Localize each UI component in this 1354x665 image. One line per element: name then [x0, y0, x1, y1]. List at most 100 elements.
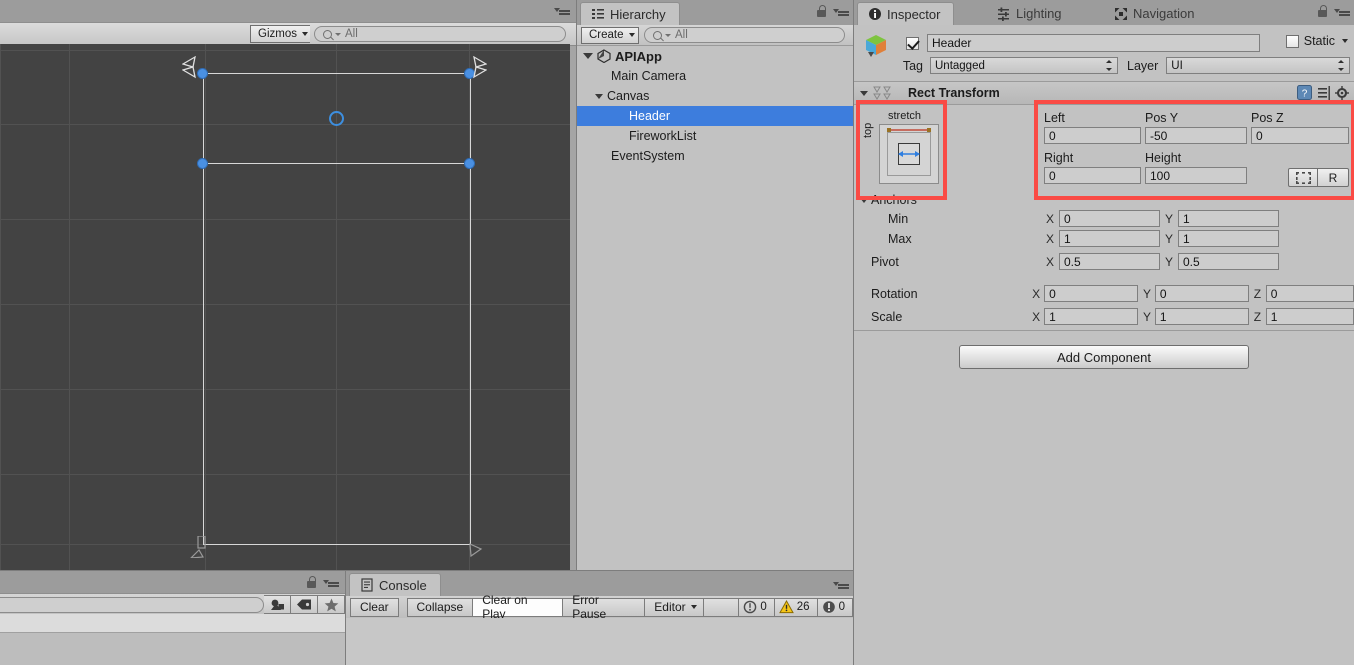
collapse-button[interactable]: Collapse: [406, 597, 474, 617]
help-icon[interactable]: ?: [1297, 85, 1312, 100]
scale-x-input[interactable]: 1: [1044, 308, 1138, 325]
project-toolbar: [0, 593, 345, 616]
lock-icon[interactable]: [816, 5, 827, 18]
hierarchy-toolbar: Create All: [577, 25, 853, 46]
hierarchy-item-main-camera[interactable]: Main Camera: [577, 66, 853, 86]
tab-console[interactable]: Console: [349, 573, 441, 596]
hierarchy-options-icon[interactable]: [833, 6, 849, 17]
anchor-max-y-input[interactable]: 1: [1178, 230, 1279, 247]
project-options-icon[interactable]: [323, 577, 339, 588]
console-message-list[interactable]: [346, 618, 853, 665]
tab-lighting-label: Lighting: [1016, 6, 1062, 21]
tab-navigation[interactable]: Navigation: [1104, 2, 1207, 25]
clear-on-play-button[interactable]: Clear on Play: [473, 593, 564, 621]
blueprint-mode-button[interactable]: [1288, 168, 1318, 187]
tab-hierarchy[interactable]: Hierarchy: [580, 2, 680, 25]
axis-x-label: X: [1032, 309, 1041, 324]
error-pause-button[interactable]: Error Pause: [563, 593, 646, 621]
field-pos-y-input[interactable]: -50: [1145, 127, 1247, 144]
axis-z-label: Z: [1253, 309, 1262, 324]
field-left-input[interactable]: 0: [1044, 127, 1141, 144]
static-dropdown-chevron-icon[interactable]: [1342, 39, 1348, 43]
layer-dropdown[interactable]: UI: [1166, 57, 1350, 74]
scale-z-input[interactable]: 1: [1265, 308, 1354, 325]
hierarchy-item-header[interactable]: Header: [577, 106, 853, 126]
scene-viewport[interactable]: [0, 44, 570, 570]
anchors-foldout-icon[interactable]: [860, 197, 868, 203]
anchor-max-row: Max X 1 Y 1: [854, 230, 1354, 247]
hierarchy-item-eventsystem[interactable]: EventSystem: [577, 146, 853, 166]
disclosure-triangle-icon[interactable]: [595, 93, 603, 99]
error-count[interactable]: 0: [817, 597, 853, 617]
anchor-max-x-input[interactable]: 1: [1059, 230, 1160, 247]
anchor-preset-widget[interactable]: stretch top: [862, 110, 944, 186]
object-filter-button[interactable]: [264, 595, 291, 614]
anchors-foldout[interactable]: Anchors: [854, 193, 1354, 207]
tab-lighting[interactable]: Lighting: [987, 2, 1075, 25]
clear-button[interactable]: Clear: [349, 597, 399, 617]
scene-view-options-icon[interactable]: [554, 5, 570, 16]
tag-dropdown[interactable]: Untagged: [930, 57, 1118, 74]
project-content-area[interactable]: [0, 633, 345, 665]
scene-search-input[interactable]: All: [314, 26, 566, 42]
pivot-y-input[interactable]: 0.5: [1178, 253, 1279, 270]
anchor-min-x-input[interactable]: 0: [1059, 210, 1160, 227]
hierarchy-item-canvas[interactable]: Canvas: [577, 86, 853, 106]
hierarchy-panel: Hierarchy Create All APIApp Main Camera …: [576, 0, 853, 570]
warning-count[interactable]: 26: [774, 597, 818, 617]
editor-dropdown[interactable]: Editor: [645, 597, 704, 617]
favorite-filter-button[interactable]: [318, 595, 345, 614]
gameobject-name-field[interactable]: Header: [927, 34, 1260, 52]
label-filter-button[interactable]: [291, 595, 318, 614]
tab-inspector-label: Inspector: [887, 6, 941, 22]
project-search-input[interactable]: [0, 596, 264, 613]
anchor-preset-diagram[interactable]: [879, 124, 939, 184]
anchor-marker-top-left[interactable]: [182, 56, 208, 82]
project-panel: [0, 570, 345, 665]
tab-inspector[interactable]: Inspector: [857, 2, 955, 25]
rotation-x-input[interactable]: 0: [1044, 285, 1138, 302]
rotation-y-input[interactable]: 0: [1154, 285, 1249, 302]
pivot-x-input[interactable]: 0.5: [1059, 253, 1160, 270]
rect-handle-bottom-left[interactable]: [197, 158, 208, 169]
disclosure-triangle-icon[interactable]: [583, 53, 593, 59]
field-pos-z-input[interactable]: 0: [1251, 127, 1349, 144]
rotation-z-input[interactable]: 0: [1265, 285, 1354, 302]
tab-console-label: Console: [379, 577, 427, 593]
hierarchy-search-input[interactable]: All: [644, 27, 845, 43]
component-foldout-icon[interactable]: [860, 90, 868, 96]
scale-y-input[interactable]: 1: [1154, 308, 1249, 325]
rect-transform-header[interactable]: Rect Transform ?: [854, 82, 1354, 105]
console-options-icon[interactable]: [833, 579, 849, 590]
rect-handle-bottom-right[interactable]: [464, 158, 475, 169]
hierarchy-item-fireworklist[interactable]: FireworkList: [577, 126, 853, 146]
grid-line-v: [0, 44, 1, 570]
inspector-content: Header Static Tag Untagged Layer UI Rect…: [854, 25, 1354, 665]
create-label: Create: [589, 29, 624, 41]
field-right-input[interactable]: 0: [1044, 167, 1141, 184]
inspector-options-icon[interactable]: [1334, 6, 1350, 17]
lock-icon[interactable]: [306, 576, 317, 589]
add-component-button[interactable]: Add Component: [959, 345, 1249, 369]
gizmos-dropdown[interactable]: Gizmos: [250, 25, 310, 43]
label-filter-icon: [296, 599, 311, 610]
create-dropdown[interactable]: Create: [581, 26, 639, 44]
raw-mode-button[interactable]: R: [1318, 168, 1349, 187]
gameobject-enabled-checkbox[interactable]: [906, 36, 919, 50]
hierarchy-tree[interactable]: APIApp Main Camera Canvas Header Firewor…: [577, 46, 853, 570]
static-checkbox[interactable]: [1285, 34, 1299, 48]
project-breadcrumb-bar: [0, 614, 345, 633]
project-tabstrip: [0, 571, 345, 593]
header-rect-edge-bottom: [203, 163, 471, 164]
field-height-input[interactable]: 100: [1145, 167, 1247, 184]
pivot-label: Pivot: [871, 254, 899, 269]
axis-x-label: X: [1032, 286, 1041, 301]
anchor-min-y-input[interactable]: 1: [1178, 210, 1279, 227]
pivot-handle[interactable]: [329, 111, 344, 126]
preset-icon[interactable]: [1317, 86, 1331, 100]
log-count[interactable]: 0: [739, 597, 775, 617]
static-label: Static: [1303, 34, 1335, 48]
anchor-marker-top-right[interactable]: [461, 56, 487, 82]
lock-icon[interactable]: [1317, 5, 1328, 18]
gear-icon[interactable]: [1335, 86, 1349, 100]
